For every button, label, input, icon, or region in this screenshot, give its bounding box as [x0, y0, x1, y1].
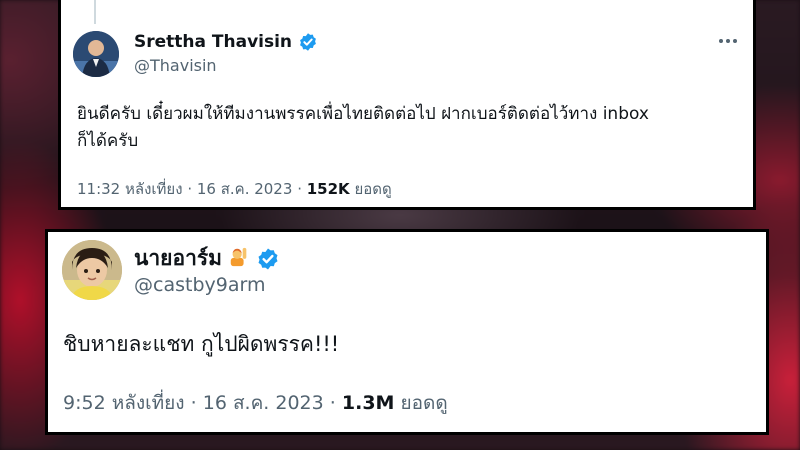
tweet-meta: 9:52 หลังเที่ยง · 16 ส.ค. 2023 · 1.3M ยอ…: [63, 388, 448, 418]
verified-badge-icon: [298, 32, 318, 52]
tweet-time[interactable]: 11:32 หลังเที่ยง: [77, 180, 183, 198]
tweet-card-srettha: Srettha Thavisin @Thavisin ยินดีครับ เดี…: [58, 0, 756, 210]
tweet-date[interactable]: 16 ส.ค. 2023: [197, 180, 293, 198]
tweet-text: ยินดีครับ เดี๋ยวผมให้ทีมงานพรรคเพื่อไทยต…: [77, 101, 737, 155]
meta-separator: ·: [297, 180, 302, 198]
author-handle[interactable]: @Thavisin: [134, 56, 217, 75]
tweet-time[interactable]: 9:52 หลังเที่ยง: [63, 392, 185, 414]
author-handle[interactable]: @castby9arm: [134, 274, 265, 296]
person-raising-hand-icon: [228, 246, 250, 272]
author-name[interactable]: นายอาร์ม: [134, 242, 222, 275]
meta-separator: ·: [187, 180, 193, 198]
tweet-meta: 11:32 หลังเที่ยง · 16 ส.ค. 2023 · 152K ย…: [77, 177, 392, 201]
view-count: 152K: [306, 180, 350, 198]
tweet-card-arm: นายอาร์ม @castby9arm ชิบหายละแชท กูไปผิด…: [45, 229, 769, 435]
tweet-text: ชิบหายละแชท กูไปผิดพรรค!!!: [63, 332, 340, 356]
view-count: 1.3M: [341, 392, 395, 414]
thread-connector-line: [94, 0, 96, 24]
meta-separator: ·: [190, 392, 197, 414]
author-name[interactable]: Srettha Thavisin: [134, 32, 292, 52]
avatar[interactable]: [62, 240, 122, 300]
author-name-row: Srettha Thavisin: [134, 32, 318, 52]
view-label: ยอดดู: [354, 180, 392, 198]
more-options-icon[interactable]: [719, 39, 737, 43]
meta-separator: ·: [329, 392, 336, 414]
author-name-row: นายอาร์ม: [134, 242, 280, 275]
tweet-text-line: ก็ได้ครับ: [77, 131, 139, 151]
verified-badge-icon: [256, 247, 280, 271]
avatar[interactable]: [73, 31, 119, 77]
tweet-date[interactable]: 16 ส.ค. 2023: [203, 392, 324, 414]
tweet-text-line: ยินดีครับ เดี๋ยวผมให้ทีมงานพรรคเพื่อไทยต…: [77, 104, 649, 124]
view-label: ยอดดู: [400, 392, 448, 414]
